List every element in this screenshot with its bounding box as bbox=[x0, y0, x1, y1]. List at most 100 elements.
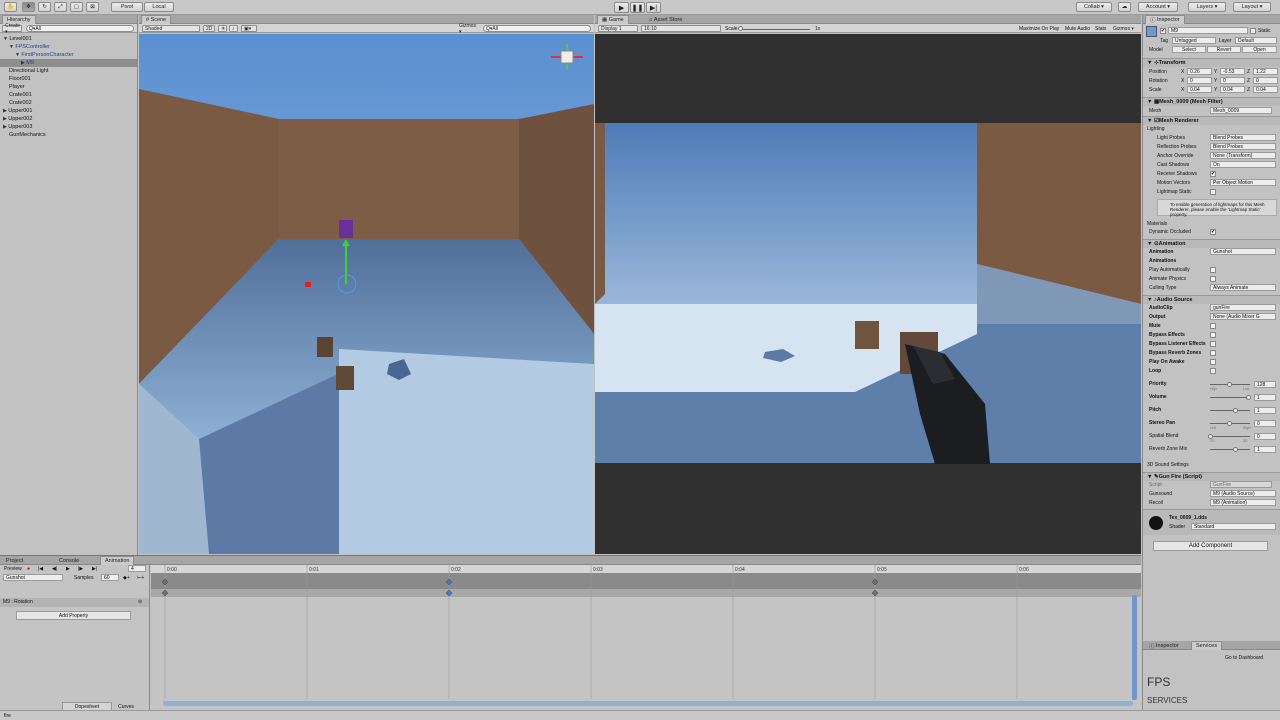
hierarchy-item[interactable]: ▶ M9 bbox=[0, 59, 137, 67]
samples-field[interactable]: 60 bbox=[101, 574, 119, 581]
animation-checkbox[interactable] bbox=[1210, 267, 1216, 273]
tab-asset-store[interactable]: ⌂ Asset Store bbox=[645, 15, 686, 24]
pivot-button[interactable]: Pivot bbox=[111, 2, 143, 12]
vertical-scrollbar[interactable] bbox=[1132, 595, 1137, 700]
scene-search-input[interactable]: Q▾All bbox=[483, 25, 591, 32]
audio-slider-track[interactable] bbox=[1210, 410, 1250, 411]
local-button[interactable]: Local bbox=[144, 2, 174, 12]
audio-slider-track[interactable] bbox=[1210, 436, 1250, 437]
preview-toggle[interactable]: Preview bbox=[4, 566, 22, 572]
hierarchy-item[interactable]: Player bbox=[0, 83, 137, 91]
renderer-checkbox[interactable]: ✔ bbox=[1210, 171, 1216, 177]
hierarchy-item[interactable]: ▶ Upper001 bbox=[0, 107, 137, 115]
audio-slider-knob[interactable] bbox=[1233, 408, 1238, 413]
transform-value-field[interactable]: 0 bbox=[1187, 77, 1212, 84]
cloud-icon[interactable]: ☁ bbox=[1118, 2, 1131, 12]
audio-slider-track[interactable] bbox=[1210, 449, 1250, 450]
hierarchy-item[interactable]: ▶ Upper003 bbox=[0, 123, 137, 131]
record-icon[interactable]: ● bbox=[27, 566, 30, 572]
effects-toggle-icon[interactable]: ▣▾ bbox=[241, 25, 257, 32]
mesh-renderer-header[interactable]: ▼ ☑ Mesh Renderer bbox=[1143, 116, 1280, 125]
audio-checkbox[interactable] bbox=[1210, 350, 1216, 356]
hierarchy-item[interactable]: Crate002 bbox=[0, 99, 137, 107]
object-name-field[interactable]: M9 bbox=[1168, 27, 1248, 34]
transform-value-field[interactable]: 0.04 bbox=[1253, 86, 1278, 93]
hierarchy-item[interactable]: Directional Light bbox=[0, 67, 137, 75]
add-component-button[interactable]: Add Component bbox=[1153, 541, 1268, 551]
next-key-icon[interactable]: |▶ bbox=[78, 566, 83, 572]
go-to-dashboard-link[interactable]: Go to Dashboard bbox=[1225, 655, 1263, 661]
animation-checkbox[interactable] bbox=[1210, 276, 1216, 282]
gunsound-field[interactable]: M9 (Audio Source) bbox=[1210, 490, 1276, 497]
layers-dropdown[interactable]: Layers ▾ bbox=[1188, 2, 1226, 12]
dopesheet[interactable]: 0:00 0:01 0:02 0:03 0:04 0:05 0:06 bbox=[151, 565, 1141, 711]
pause-icon[interactable]: ❚❚ bbox=[630, 2, 645, 13]
tag-dropdown[interactable]: Untagged bbox=[1172, 37, 1216, 44]
transform-value-field[interactable]: 0.26 bbox=[1187, 68, 1212, 75]
audio-checkbox[interactable] bbox=[1210, 323, 1216, 329]
hierarchy-item[interactable]: ▼ FPSController bbox=[0, 43, 137, 51]
audio-value-field[interactable]: None (Audio Mixer G bbox=[1210, 313, 1276, 320]
audio-source-header[interactable]: ▼ ♪ Audio Source bbox=[1143, 295, 1280, 304]
materials-label[interactable]: Materials bbox=[1147, 221, 1167, 227]
layout-dropdown[interactable]: Layout ▾ bbox=[1233, 2, 1271, 12]
renderer-dropdown[interactable]: None (Transform) bbox=[1210, 152, 1276, 159]
maximize-on-play-toggle[interactable]: Maximize On Play bbox=[1019, 26, 1059, 32]
hand-tool-icon[interactable]: ✋ bbox=[4, 2, 17, 12]
renderer-dropdown[interactable]: Blend Probes bbox=[1210, 134, 1276, 141]
add-event-icon[interactable]: ⊢+ bbox=[137, 575, 144, 581]
2d-toggle[interactable]: 2D bbox=[203, 25, 215, 32]
audio-checkbox[interactable] bbox=[1210, 332, 1216, 338]
horizontal-scrollbar[interactable] bbox=[163, 701, 1133, 706]
play-icon[interactable]: ▶ bbox=[614, 2, 629, 13]
recoil-field[interactable]: M9 (Animation) bbox=[1210, 499, 1276, 506]
audio-slider-knob[interactable] bbox=[1233, 447, 1238, 452]
tab-animation[interactable]: Animation bbox=[100, 556, 135, 565]
audio-slider-value[interactable]: 1 bbox=[1254, 446, 1276, 453]
renderer-checkbox[interactable] bbox=[1210, 189, 1216, 195]
audio-checkbox[interactable] bbox=[1210, 368, 1216, 374]
audio-checkbox[interactable] bbox=[1210, 359, 1216, 365]
tab-inspector-2[interactable]: ⓘ Inspector bbox=[1145, 641, 1183, 650]
frame-field[interactable]: 4 bbox=[128, 565, 146, 572]
model-revert-button[interactable]: Revert bbox=[1207, 46, 1241, 53]
mute-audio-toggle[interactable]: Mute Audio bbox=[1065, 26, 1090, 32]
scale-slider[interactable] bbox=[740, 29, 810, 30]
rect-tool-icon[interactable]: ▢ bbox=[70, 2, 83, 12]
hierarchy-item[interactable]: ▶ Upper002 bbox=[0, 115, 137, 123]
last-key-icon[interactable]: ▶| bbox=[92, 566, 97, 572]
hierarchy-item[interactable]: Crate001 bbox=[0, 91, 137, 99]
renderer-dropdown[interactable]: Per Object Motion bbox=[1210, 179, 1276, 186]
transform-value-field[interactable]: 0 bbox=[1253, 77, 1278, 84]
gunfire-header[interactable]: ▼ ✎ Gun Fire (Script) bbox=[1143, 472, 1280, 481]
shading-mode-dropdown[interactable]: Shaded bbox=[142, 25, 200, 32]
game-viewport[interactable] bbox=[595, 34, 1141, 554]
renderer-dropdown[interactable]: Blend Probes bbox=[1210, 143, 1276, 150]
static-checkbox[interactable] bbox=[1250, 28, 1256, 34]
move-tool-icon[interactable]: ✥ bbox=[22, 2, 35, 12]
tab-inspector[interactable]: ⓘ Inspector bbox=[1145, 15, 1185, 24]
play-anim-icon[interactable]: ▶ bbox=[66, 566, 70, 572]
gizmos-dropdown[interactable]: Gizmos ▾ bbox=[457, 23, 479, 35]
tab-game[interactable]: ▦ Game bbox=[597, 15, 629, 24]
display-dropdown[interactable]: Display 1 bbox=[598, 25, 638, 32]
layer-dropdown[interactable]: Default bbox=[1235, 37, 1277, 44]
game-gizmos-dropdown[interactable]: Gizmos ▾ bbox=[1113, 26, 1134, 32]
transform-value-field[interactable]: 1.22 bbox=[1253, 68, 1278, 75]
renderer-dropdown[interactable]: On bbox=[1210, 161, 1276, 168]
audio-slider-knob[interactable] bbox=[1227, 382, 1232, 387]
audio-slider-knob[interactable] bbox=[1246, 395, 1251, 400]
timeline-ruler[interactable] bbox=[151, 565, 1141, 573]
hierarchy-item[interactable]: ▼ Level001 bbox=[0, 35, 137, 43]
audio-slider-value[interactable]: 0 bbox=[1254, 420, 1276, 427]
tab-scene[interactable]: # Scene bbox=[141, 15, 172, 24]
audio-value-field[interactable]: gunFire bbox=[1210, 304, 1276, 311]
first-key-icon[interactable]: |◀ bbox=[38, 566, 43, 572]
lighting-toggle-icon[interactable]: ☀ bbox=[218, 25, 227, 32]
add-property-button[interactable]: Add Property bbox=[16, 611, 131, 620]
audio-slider-value[interactable]: 1 bbox=[1254, 407, 1276, 414]
step-icon[interactable]: ▶| bbox=[646, 2, 661, 13]
audio-checkbox[interactable] bbox=[1210, 341, 1216, 347]
transform-value-field[interactable]: 0 bbox=[1220, 77, 1245, 84]
transform-header[interactable]: ▼ ⊹ Transform bbox=[1143, 58, 1280, 67]
